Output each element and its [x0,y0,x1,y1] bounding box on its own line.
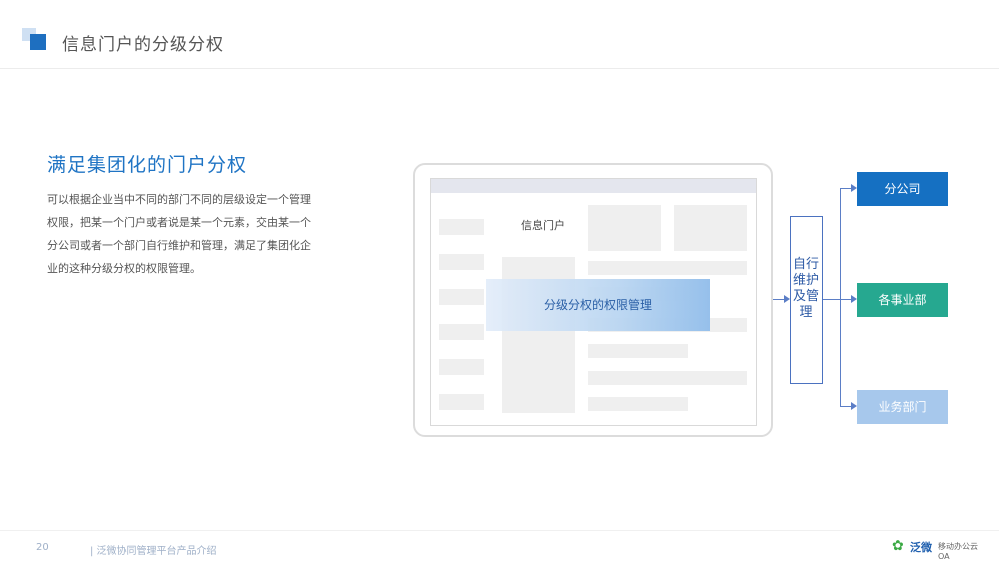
placeholder-block [588,371,747,385]
placeholder-block [439,394,484,410]
branch-line [840,188,841,407]
portal-label: 信息门户 [521,219,565,232]
placeholder-block [439,324,484,340]
section-subtitle: 满足集团化的门户分权 [47,154,248,176]
placeholder-block [588,397,688,411]
target-business-division: 各事业部 [857,283,948,317]
footer-caption: | 泛微协同管理平台产品介绍 [90,546,217,557]
permission-overlay: 分级分权的权限管理 [486,279,710,331]
slide-header: 信息门户的分级分权 [0,0,999,69]
flower-logo-icon: ✿ [892,538,904,554]
target-business-department: 业务部门 [857,390,948,424]
footer-divider [0,530,999,531]
placeholder-block [439,254,484,270]
placeholder-block [439,219,484,235]
arrow-line [823,299,840,300]
arrow-line [840,299,851,300]
placeholder-block [674,205,747,251]
placeholder-block [588,261,747,275]
overlay-label: 分级分权的权限管理 [543,298,652,312]
logo-name: 泛微 [910,541,932,554]
arrow-line [840,188,851,189]
header-square-icon [22,28,46,50]
target-branch-company: 分公司 [857,172,948,206]
arrow-line [840,406,851,407]
logo-slogan: 移动办公云OA [938,542,978,561]
company-logo: ✿ 泛微 移动办公云OA [892,536,988,561]
page-title: 信息门户的分级分权 [62,35,224,55]
placeholder-block [588,205,661,251]
page-number: 20 [36,542,49,553]
screen-topbar [431,179,756,193]
self-maintain-box: 自行维护及管理 [790,216,823,384]
arrow-line [773,299,784,300]
section-description: 可以根据企业当中不同的部门不同的层级设定一个管理权限，把某一个门户或者说是某一个… [47,193,311,275]
placeholder-block [439,359,484,375]
placeholder-block [439,289,484,305]
placeholder-block [588,344,688,358]
self-maintain-label: 自行维护及管理 [792,257,819,320]
